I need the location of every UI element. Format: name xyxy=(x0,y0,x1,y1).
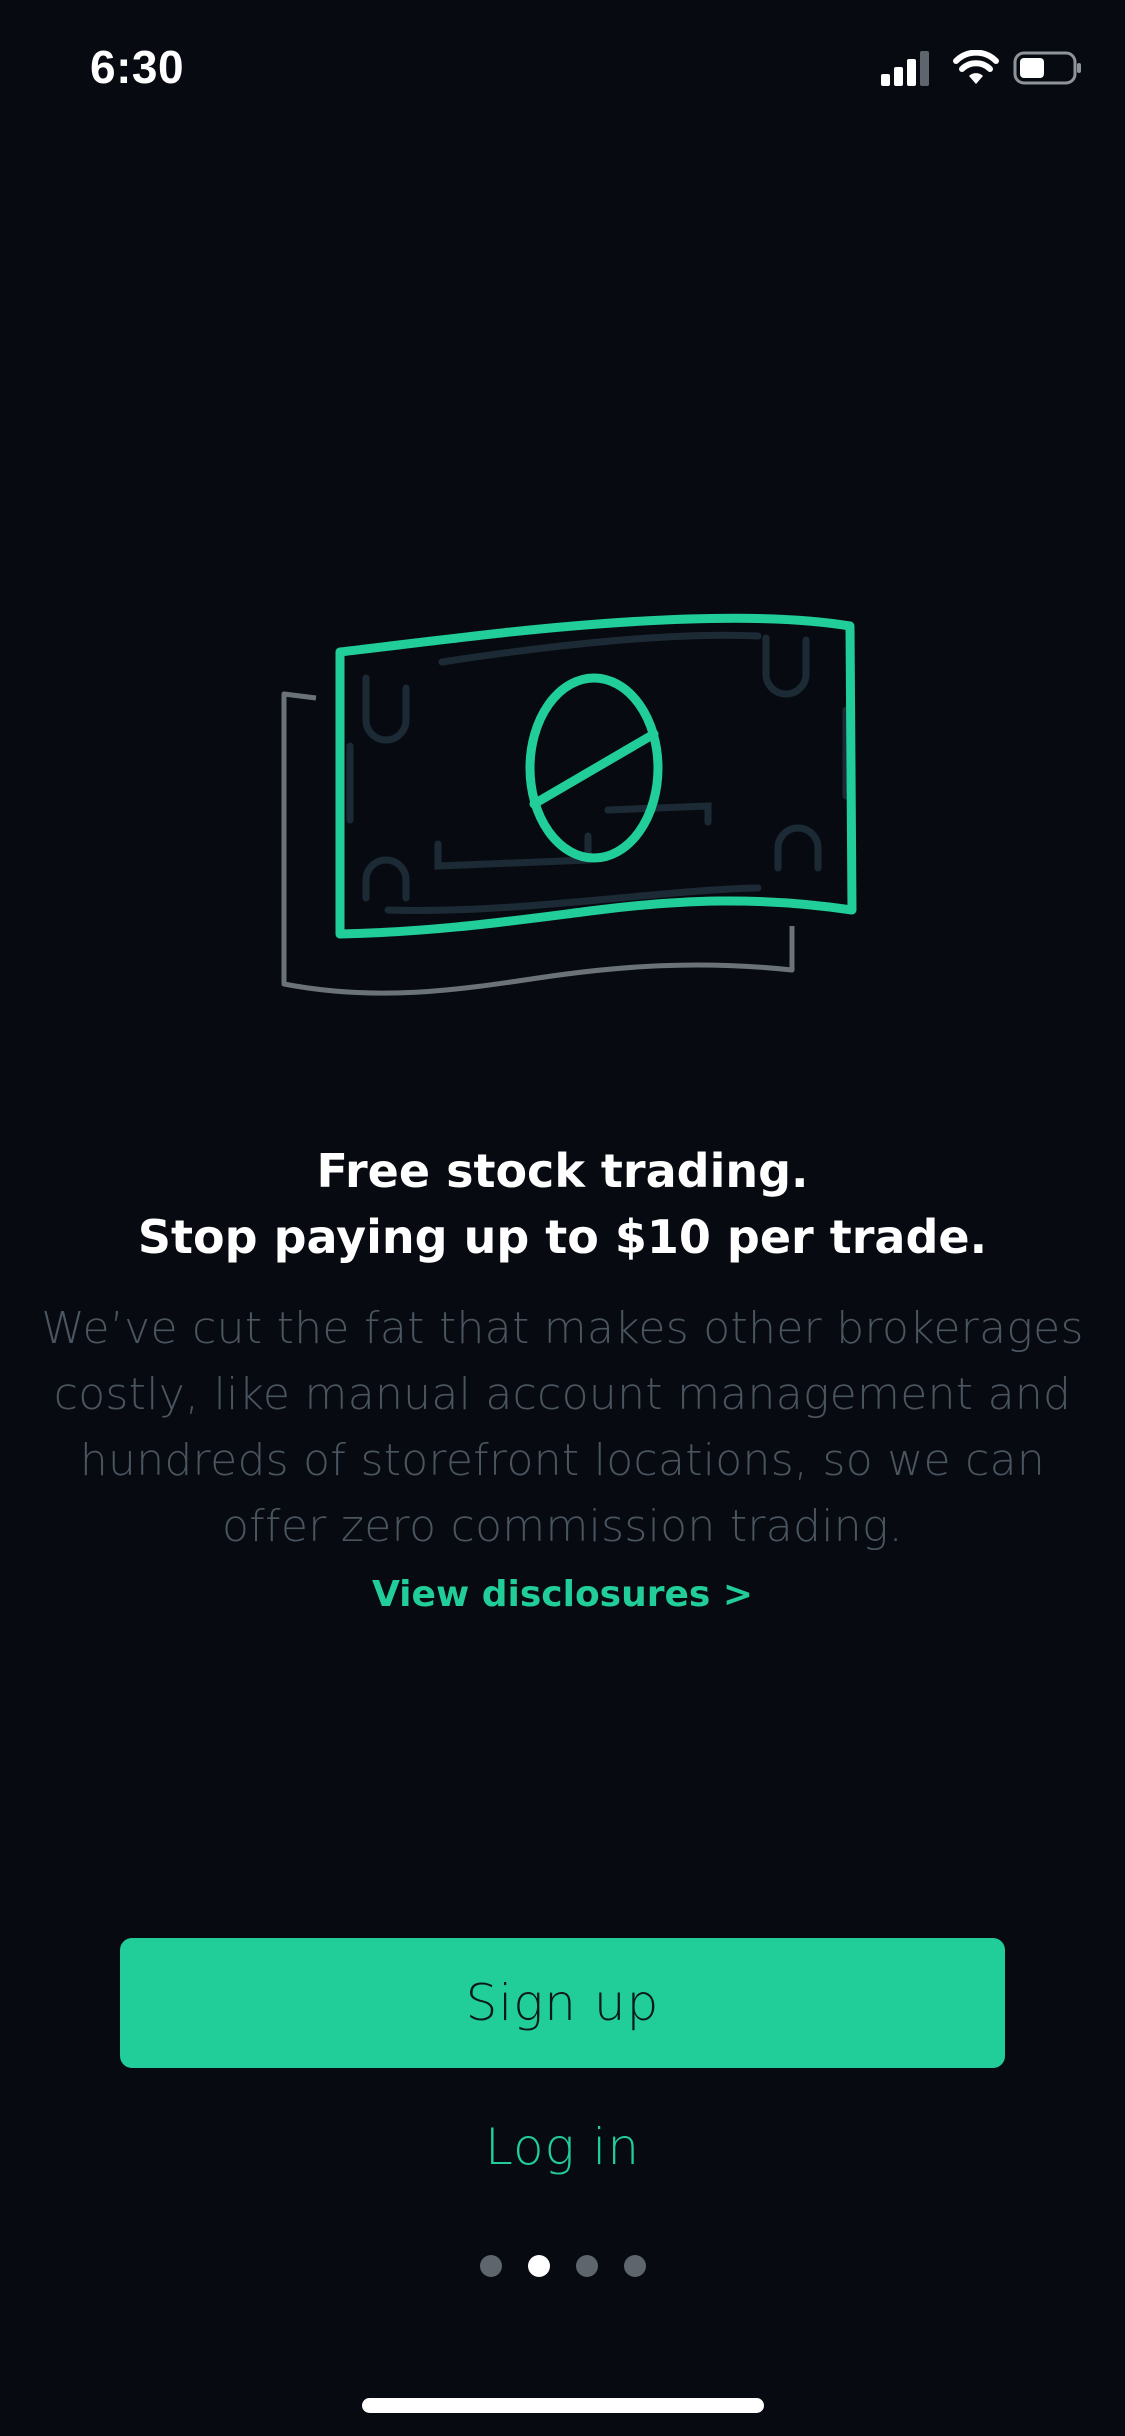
status-icons xyxy=(881,50,1081,90)
wifi-icon xyxy=(953,50,999,84)
battery-icon xyxy=(1013,51,1081,85)
page-dot-1[interactable] xyxy=(479,2255,502,2277)
headline: Free stock trading. Stop paying up to $1… xyxy=(0,1138,1125,1270)
headline-line-2: Stop paying up to $10 per trade. xyxy=(137,1210,988,1264)
status-bar: 6:30 xyxy=(0,0,1125,140)
description-line-4: offer zero commission trading. xyxy=(222,1501,903,1552)
home-indicator[interactable] xyxy=(362,2398,764,2413)
signup-button[interactable]: Sign up xyxy=(120,1938,1005,2068)
signup-button-label: Sign up xyxy=(465,1974,660,2032)
description-line-1: We’ve cut the fat that makes other broke… xyxy=(41,1303,1084,1354)
view-disclosures-link[interactable]: View disclosures > xyxy=(0,1574,1125,1615)
dollar-bill-icon xyxy=(281,613,857,996)
description: We’ve cut the fat that makes other broke… xyxy=(40,1296,1085,1560)
page-dot-2[interactable] xyxy=(527,2255,550,2277)
status-time: 6:30 xyxy=(90,41,185,93)
page-indicator xyxy=(0,2255,1125,2277)
login-button[interactable]: Log in xyxy=(0,2118,1125,2176)
page-dot-4[interactable] xyxy=(623,2255,646,2277)
page-dot-3[interactable] xyxy=(575,2255,598,2277)
cellular-signal-icon xyxy=(881,51,929,86)
description-line-3: hundreds of storefront locations, so we … xyxy=(79,1435,1046,1486)
description-line-2: costly, like manual account management a… xyxy=(53,1369,1072,1420)
headline-line-1: Free stock trading. xyxy=(316,1144,809,1198)
